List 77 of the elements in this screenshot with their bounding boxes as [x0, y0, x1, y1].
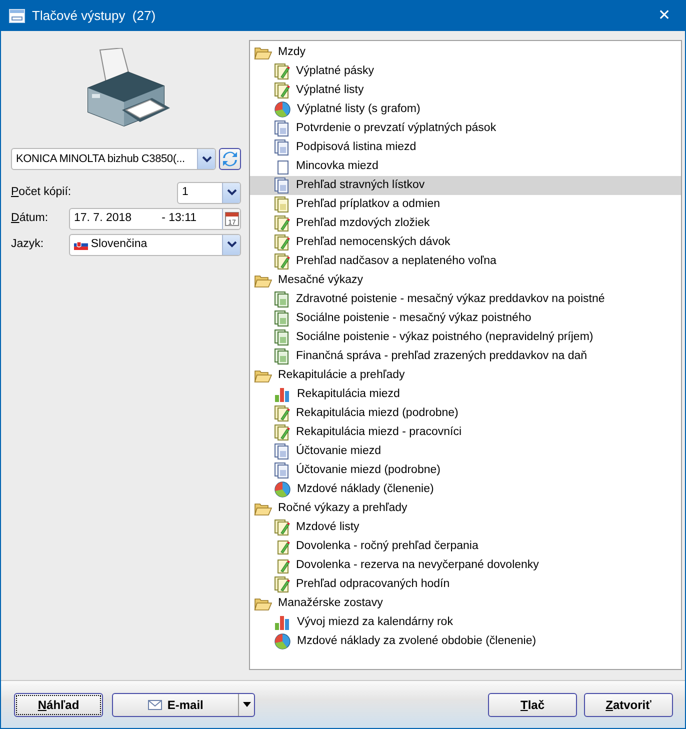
tree-item[interactable]: Účtovanie miezd (podrobne)	[250, 461, 681, 480]
tree-folder[interactable]: Manažérske zostavy	[250, 594, 681, 613]
edit-document-icon	[274, 405, 290, 422]
edit-document-icon	[274, 424, 290, 441]
tree-item[interactable]: Prehľad nemocenských dávok	[250, 233, 681, 252]
tree-folder[interactable]: Mzdy	[250, 43, 681, 62]
tree-item[interactable]: Sociálne poistenie - výkaz poistného (nepravidelný príjem)	[250, 328, 681, 347]
flag-icon	[74, 240, 88, 250]
email-split-button[interactable]: E-mail	[112, 692, 255, 716]
tree-item[interactable]: Podpisová listina miezd	[250, 138, 681, 157]
edit-document-icon	[274, 63, 290, 80]
caret-icon	[242, 702, 250, 707]
tree-item[interactable]: Finančná správa - prehľad zrazených preddavkov na daň	[250, 347, 681, 366]
tree-item[interactable]: Výplatné pásky	[250, 62, 681, 81]
tree-item[interactable]: Prehľad nadčasov a neplateného voľna	[250, 252, 681, 271]
document-icon	[274, 177, 290, 194]
tree-item[interactable]: Prehľad odpracovaných hodín	[250, 575, 681, 594]
tree-folder[interactable]: Mesačné výkazy	[250, 271, 681, 290]
pie-chart-icon	[274, 633, 291, 650]
close-dialog-button[interactable]: Zatvoriť	[584, 692, 673, 716]
tree-folder[interactable]: Ročné výkazy a prehľady	[250, 499, 681, 518]
printer-dropdown[interactable]: KONICA MINOLTA bizhub C3850(...	[11, 148, 216, 170]
edit-document-icon	[274, 253, 290, 270]
tree-item[interactable]: Výplatné listy (s grafom)	[250, 100, 681, 119]
tree-item[interactable]: Rekapitulácia miezd (podrobne)	[250, 404, 681, 423]
tree-item[interactable]: Sociálne poistenie - mesačný výkaz poistného	[250, 309, 681, 328]
tree-item[interactable]: Mzdové náklady za zvolené obdobie (členenie)	[250, 632, 681, 651]
tree-item[interactable]: Rekapitulácia miezd	[250, 385, 681, 404]
document-icon	[274, 291, 290, 308]
document-icon	[274, 348, 290, 365]
tree-item[interactable]: Prehľad príplatkov a odmien	[250, 195, 681, 214]
edit-document-icon	[274, 519, 290, 536]
close-button[interactable]: ✕	[652, 4, 677, 28]
tree-item[interactable]: Prehľad mzdových zložiek	[250, 214, 681, 233]
preview-button[interactable]: Náhľad	[14, 692, 103, 716]
window-icon	[9, 9, 25, 23]
tree-folder[interactable]: Rekapitulácie a prehľady	[250, 366, 681, 385]
edit-document-icon	[274, 234, 290, 251]
pie-chart-icon	[274, 101, 291, 118]
field-label: Jazyk:	[11, 236, 45, 252]
tree-item[interactable]: Mzdové listy	[250, 518, 681, 537]
envelope-icon	[148, 700, 162, 710]
caret-icon	[226, 241, 236, 248]
tree-item[interactable]: Výplatné listy	[250, 81, 681, 100]
document-icon	[274, 329, 290, 346]
document-icon	[274, 120, 290, 137]
tree-item[interactable]: Účtovanie miezd	[250, 442, 681, 461]
tree-item[interactable]: Dovolenka - ročný prehľad čerpania	[250, 537, 681, 556]
edit-document-icon	[274, 215, 290, 232]
copies-dropdown[interactable]: 1	[177, 182, 241, 204]
edit-document-icon	[274, 576, 290, 593]
tree-item[interactable]: Prehľad stravných lístkov	[250, 176, 681, 195]
window-title: Tlačové výstupy (27)	[32, 7, 156, 26]
bar-chart-icon	[274, 386, 291, 403]
document-icon	[274, 462, 290, 479]
caret-icon	[202, 156, 212, 162]
tree-item[interactable]: Vývoj miezd za kalendárny rok	[250, 613, 681, 632]
pie-chart-icon	[274, 481, 291, 498]
tree-item[interactable]: Rekapitulácia miezd - pracovníci	[250, 423, 681, 442]
caret-icon	[226, 189, 236, 196]
field-label: Dátum:	[11, 210, 50, 226]
tree-item[interactable]: Potvrdenie o prevzatí výplatných pások	[250, 119, 681, 138]
document-icon	[274, 310, 290, 327]
bar-chart-icon	[274, 614, 291, 631]
tree-item[interactable]: Mzdové náklady (členenie)	[250, 480, 681, 499]
tree-item[interactable]: Zdravotné poistenie - mesačný výkaz preddavkov na poistné	[250, 290, 681, 309]
field-label: Počet kópií:	[11, 184, 69, 200]
tree-item[interactable]: Mincovka miezd	[250, 157, 681, 176]
document-icon	[274, 443, 290, 460]
document-icon	[274, 139, 290, 156]
refresh-button[interactable]	[219, 148, 241, 170]
language-dropdown[interactable]: Slovenčina	[69, 234, 241, 256]
document-icon	[274, 196, 290, 213]
refresh-icon	[222, 151, 238, 167]
edit-document-icon	[274, 82, 290, 99]
tree-item[interactable]: Dovolenka - rezerva na nevyčerpané dovolenky	[250, 556, 681, 575]
print-button[interactable]: Tlač	[488, 692, 577, 716]
